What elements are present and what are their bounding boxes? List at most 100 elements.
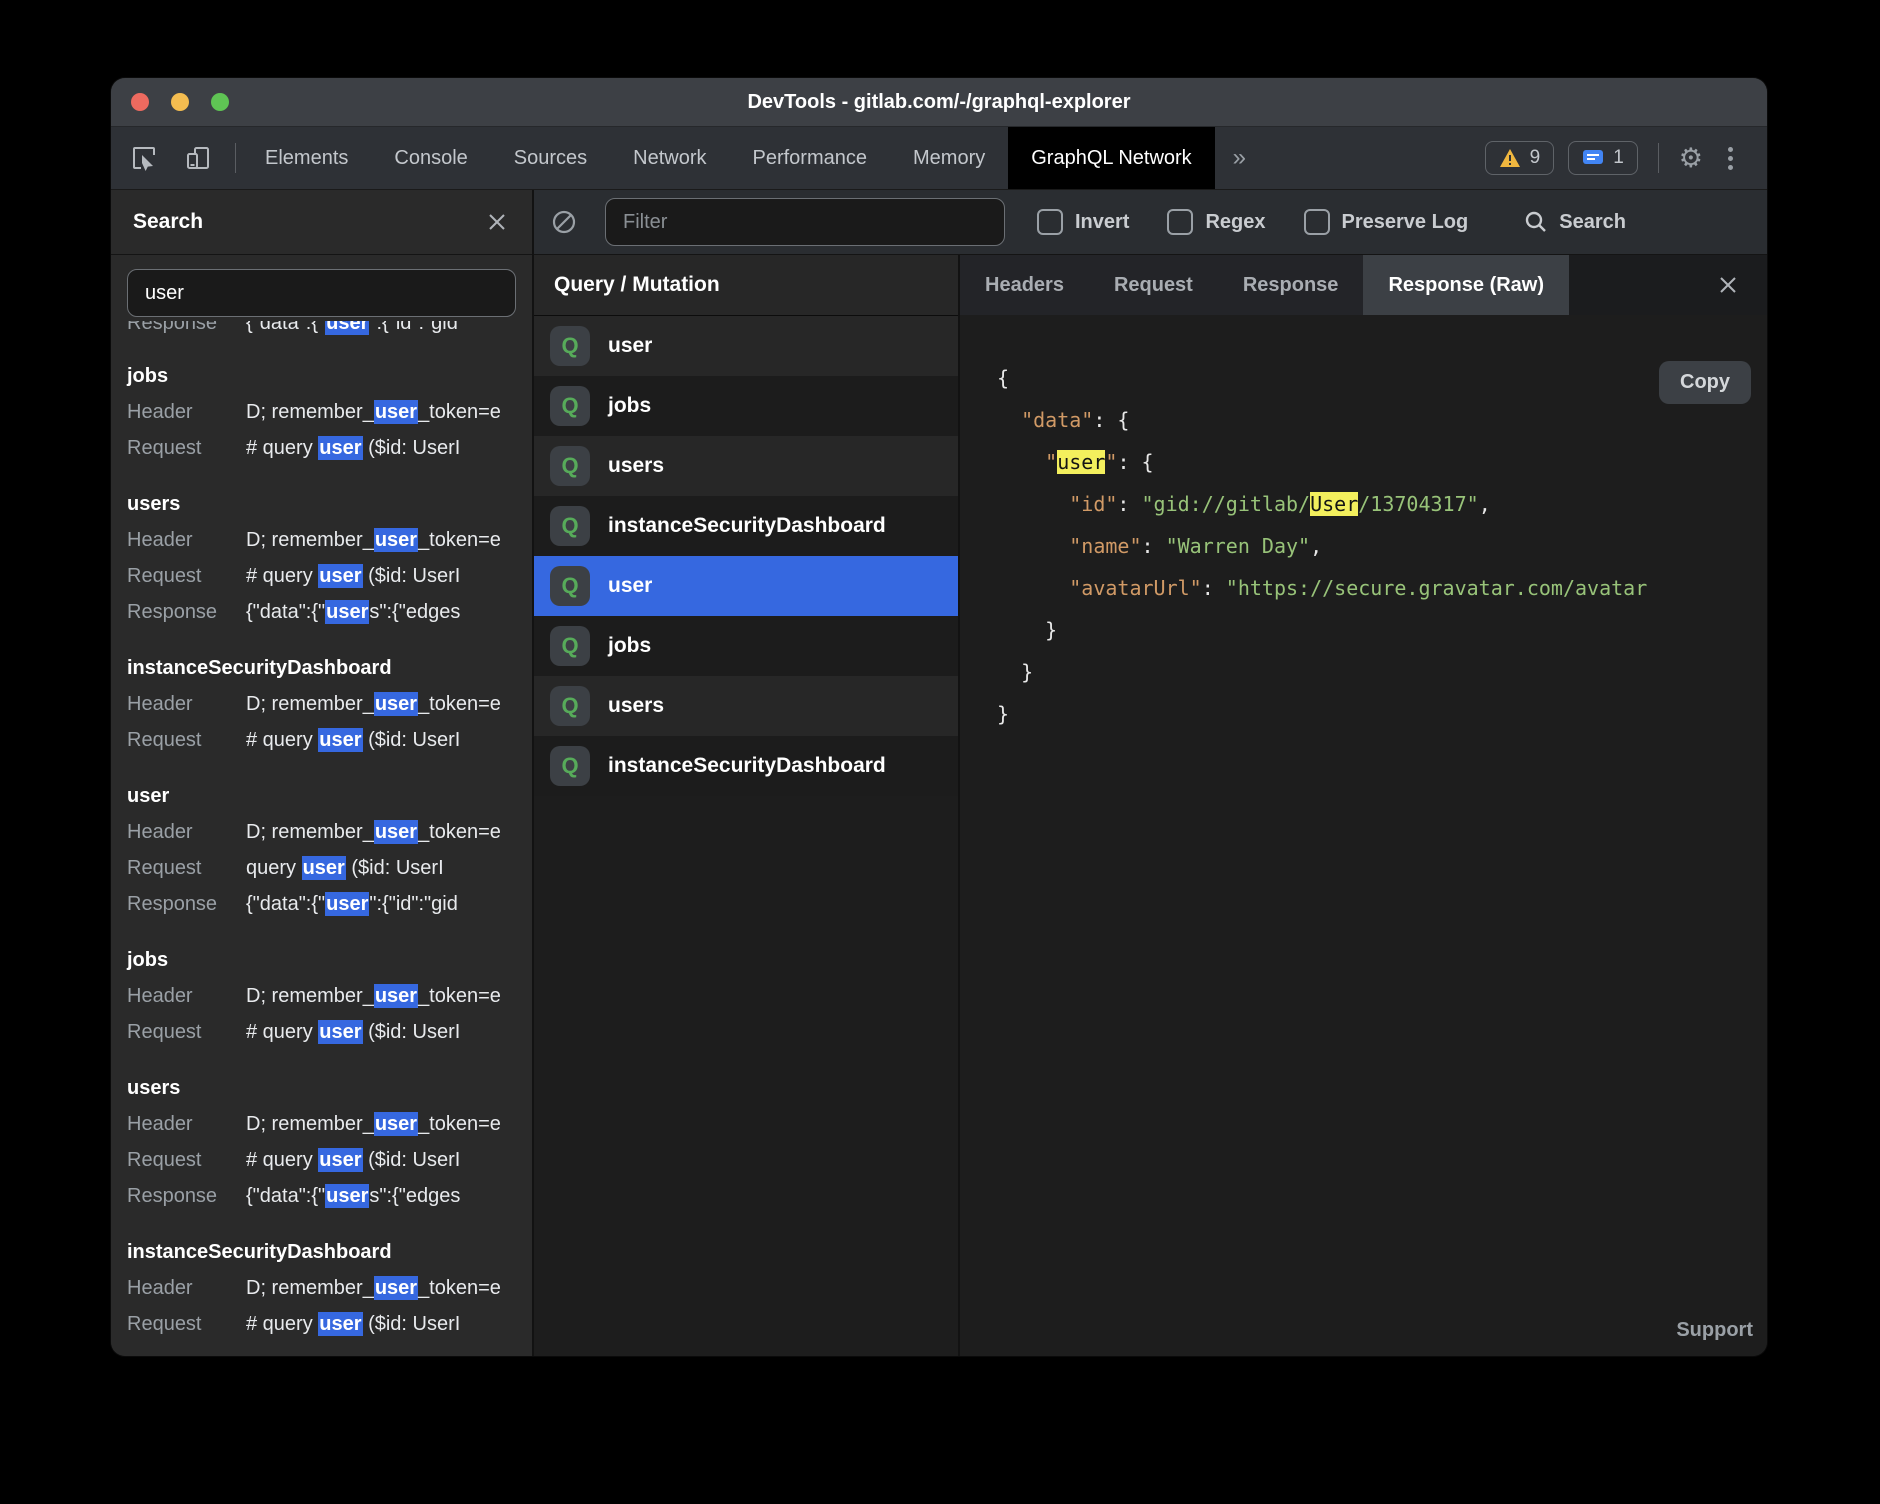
- search-input[interactable]: [127, 269, 516, 317]
- filter-input[interactable]: [605, 198, 1005, 246]
- inspect-element-icon[interactable]: [129, 143, 159, 173]
- search-result-group-title: users: [127, 486, 532, 522]
- result-text: {"data":{": [246, 1185, 325, 1207]
- devtools-tab-elements[interactable]: Elements: [242, 127, 371, 189]
- match-highlight: user: [318, 436, 362, 460]
- search-result-row[interactable]: HeaderD; remember_user_token=e: [127, 978, 532, 1014]
- json-token: "avatarUrl": [1069, 576, 1201, 600]
- match-highlight: user: [374, 820, 418, 844]
- json-line: }: [997, 609, 1767, 651]
- result-row-label: Header: [127, 1270, 231, 1306]
- query-list-item-jobs[interactable]: Qjobs: [534, 616, 958, 676]
- devtools-tab-memory[interactable]: Memory: [890, 127, 1008, 189]
- detail-tab-request[interactable]: Request: [1089, 255, 1218, 315]
- devtools-tabs: ElementsConsoleSourcesNetworkPerformance…: [242, 127, 1215, 189]
- close-search-icon[interactable]: [484, 209, 510, 235]
- checkbox-preserve-log[interactable]: [1304, 209, 1330, 235]
- checkbox-regex[interactable]: [1167, 209, 1193, 235]
- result-text: # query: [246, 565, 318, 587]
- result-text: _token=e: [418, 1113, 501, 1135]
- titlebar: DevTools - gitlab.com/-/graphql-explorer: [111, 78, 1767, 127]
- settings-gear-icon[interactable]: ⚙: [1679, 145, 1703, 172]
- json-token: }: [997, 660, 1033, 684]
- json-token: [997, 534, 1069, 558]
- search-results: Response{"data":{"user":{"id":"gid jobsH…: [111, 319, 532, 1356]
- devtools-tab-console[interactable]: Console: [371, 127, 490, 189]
- query-list-item-user[interactable]: Quser: [534, 316, 958, 376]
- json-token: "https://secure.gravatar.com/avatar: [1226, 576, 1647, 600]
- devtools-tab-network[interactable]: Network: [610, 127, 729, 189]
- result-row-label: Header: [127, 394, 231, 430]
- result-row-label: Response: [127, 886, 231, 922]
- query-list-item-label: user: [608, 574, 652, 598]
- devtools-tab-graphql-network[interactable]: GraphQL Network: [1008, 127, 1214, 189]
- result-row-label: Response: [127, 594, 231, 630]
- search-result-row[interactable]: Request# query user ($id: UserI: [127, 1142, 532, 1178]
- result-row-label: Request: [127, 1142, 231, 1178]
- result-text: ($id: UserI: [363, 1313, 461, 1335]
- search-result-row[interactable]: Request# query user ($id: UserI: [127, 1014, 532, 1050]
- search-result-group: userHeaderD; remember_user_token=eReques…: [127, 778, 532, 922]
- search-result-row[interactable]: Response{"data":{"users":{"edges: [127, 1178, 532, 1214]
- messages-badge[interactable]: 1: [1568, 141, 1638, 175]
- search-result-row[interactable]: Response{"data":{"user":{"id":"gid: [127, 886, 532, 922]
- search-result-row[interactable]: Request# query user ($id: UserI: [127, 722, 532, 758]
- search-control[interactable]: Search: [1524, 210, 1626, 234]
- devtools-tab-performance[interactable]: Performance: [730, 127, 891, 189]
- search-result-row[interactable]: Request# query user ($id: UserI: [127, 558, 532, 594]
- close-window-button[interactable]: [131, 93, 149, 111]
- result-text: ($id: UserI: [363, 437, 461, 459]
- search-result-row[interactable]: Requestquery user ($id: UserI: [127, 850, 532, 886]
- detail-tabbar: HeadersRequestResponseResponse (Raw): [960, 255, 1767, 315]
- checkbox-label: Preserve Log: [1342, 211, 1469, 234]
- query-list-item-users[interactable]: Qusers: [534, 676, 958, 736]
- support-link[interactable]: Support: [1676, 1319, 1753, 1342]
- more-options-icon[interactable]: [1717, 145, 1743, 171]
- filter-checkbox-preserve-log[interactable]: Preserve Log: [1304, 209, 1469, 235]
- minimize-window-button[interactable]: [171, 93, 189, 111]
- checkbox-invert[interactable]: [1037, 209, 1063, 235]
- query-list-item-jobs[interactable]: Qjobs: [534, 376, 958, 436]
- copy-button[interactable]: Copy: [1659, 361, 1751, 404]
- query-list-item-instancesecuritydashboard[interactable]: QinstanceSecurityDashboard: [534, 496, 958, 556]
- result-text: ($id: UserI: [363, 1021, 461, 1043]
- result-row-label: Header: [127, 1106, 231, 1142]
- match-highlight: user: [374, 1112, 418, 1136]
- search-result-row[interactable]: Request# query user ($id: UserI: [127, 1306, 532, 1342]
- warnings-badge[interactable]: 9: [1485, 141, 1555, 175]
- search-result-row[interactable]: HeaderD; remember_user_token=e: [127, 686, 532, 722]
- filter-checkbox-regex[interactable]: Regex: [1167, 209, 1265, 235]
- search-result-group-title: instanceSecurityDashboard: [127, 650, 532, 686]
- result-text: ($id: UserI: [363, 1149, 461, 1171]
- search-result-row[interactable]: Request# query user ($id: UserI: [127, 430, 532, 466]
- detail-tab-response[interactable]: Response: [1218, 255, 1364, 315]
- search-result-row[interactable]: HeaderD; remember_user_token=e: [127, 522, 532, 558]
- search-result-group: jobsHeaderD; remember_user_token=eReques…: [127, 942, 532, 1050]
- json-line: }: [997, 693, 1767, 735]
- clear-filter-icon[interactable]: [549, 207, 579, 237]
- match-highlight: user: [318, 728, 362, 752]
- search-result-row[interactable]: Response{"data":{"users":{"edges: [127, 594, 532, 630]
- search-result-row[interactable]: HeaderD; remember_user_token=e: [127, 1106, 532, 1142]
- zoom-window-button[interactable]: [211, 93, 229, 111]
- query-list-item-instancesecuritydashboard[interactable]: QinstanceSecurityDashboard: [534, 736, 958, 796]
- json-token: /13704317": [1358, 492, 1478, 516]
- close-detail-icon[interactable]: [1715, 272, 1741, 298]
- search-result-row[interactable]: HeaderD; remember_user_token=e: [127, 814, 532, 850]
- more-tabs-icon[interactable]: »: [1215, 127, 1264, 189]
- search-result-row[interactable]: Response{"data":{"user":{"id":"gid: [127, 321, 532, 338]
- detail-tab-response-raw[interactable]: Response (Raw): [1363, 255, 1569, 315]
- search-result-row[interactable]: HeaderD; remember_user_token=e: [127, 1270, 532, 1306]
- device-toolbar-icon[interactable]: [183, 143, 213, 173]
- query-list-panel: Query / Mutation QuserQjobsQusersQinstan…: [534, 255, 960, 1356]
- search-panel: Search Response{"data":{"user":{"id":"gi…: [111, 190, 534, 1356]
- query-type-badge: Q: [550, 386, 590, 426]
- query-list-item-users[interactable]: Qusers: [534, 436, 958, 496]
- filter-checkbox-invert[interactable]: Invert: [1037, 209, 1129, 235]
- search-result-row[interactable]: HeaderD; remember_user_token=e: [127, 394, 532, 430]
- query-list-item-user[interactable]: Quser: [534, 556, 958, 616]
- detail-tab-headers[interactable]: Headers: [960, 255, 1089, 315]
- result-row-label: Response: [127, 321, 231, 338]
- result-row-label: Response: [127, 1178, 231, 1214]
- devtools-tab-sources[interactable]: Sources: [491, 127, 610, 189]
